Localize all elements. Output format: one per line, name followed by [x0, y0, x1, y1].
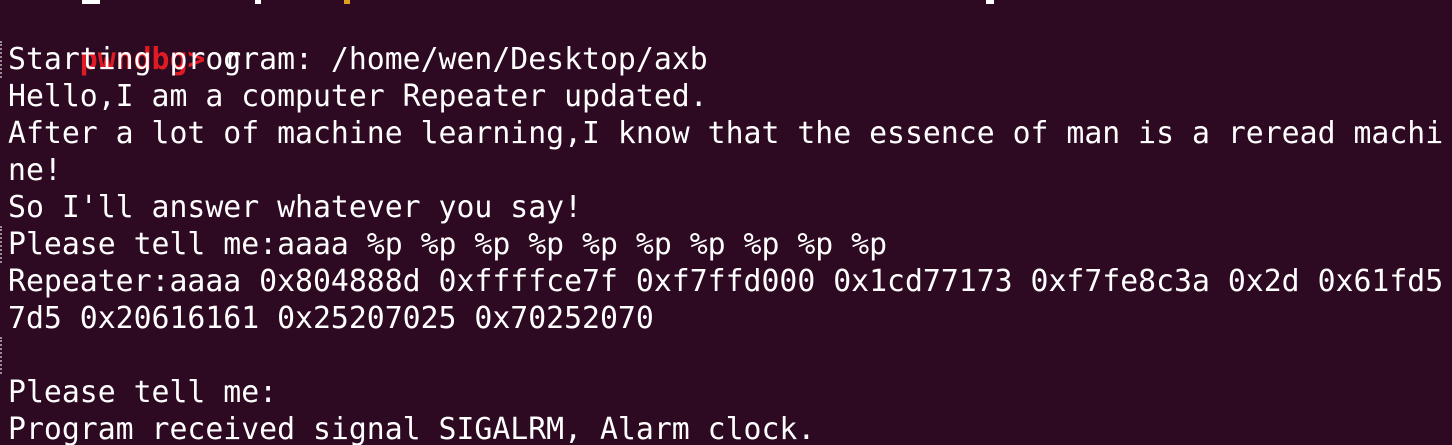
output-line: 7d5 0x20616161 0x25207025 0x70252070 [8, 301, 654, 336]
output-line: ne! [8, 153, 62, 188]
output-line: After a lot of machine learning,I know t… [8, 116, 1444, 151]
output-line: Hello,I am a computer Repeater updated. [8, 79, 708, 114]
prompt-line: pwndbg> r [8, 4, 241, 77]
output-line: Please tell me: [8, 375, 278, 410]
terminal-window[interactable]: pwndbg> r Starting program: /home/wen/De… [0, 0, 1452, 445]
output-line: Please tell me:aaaa %p %p %p %p %p %p %p… [8, 227, 888, 262]
output-line: Starting program: /home/wen/Desktop/axb [8, 42, 708, 77]
selection-edge-marker [0, 41, 5, 78]
output-line: So I'll answer whatever you say! [8, 190, 583, 225]
selection-edge-marker [0, 337, 5, 374]
output-line: Repeater:aaaa 0x804888d 0xffffce7f 0xf7f… [8, 264, 1444, 299]
selection-edge-marker [0, 226, 5, 263]
output-line: Program received signal SIGALRM, Alarm c… [8, 412, 816, 445]
